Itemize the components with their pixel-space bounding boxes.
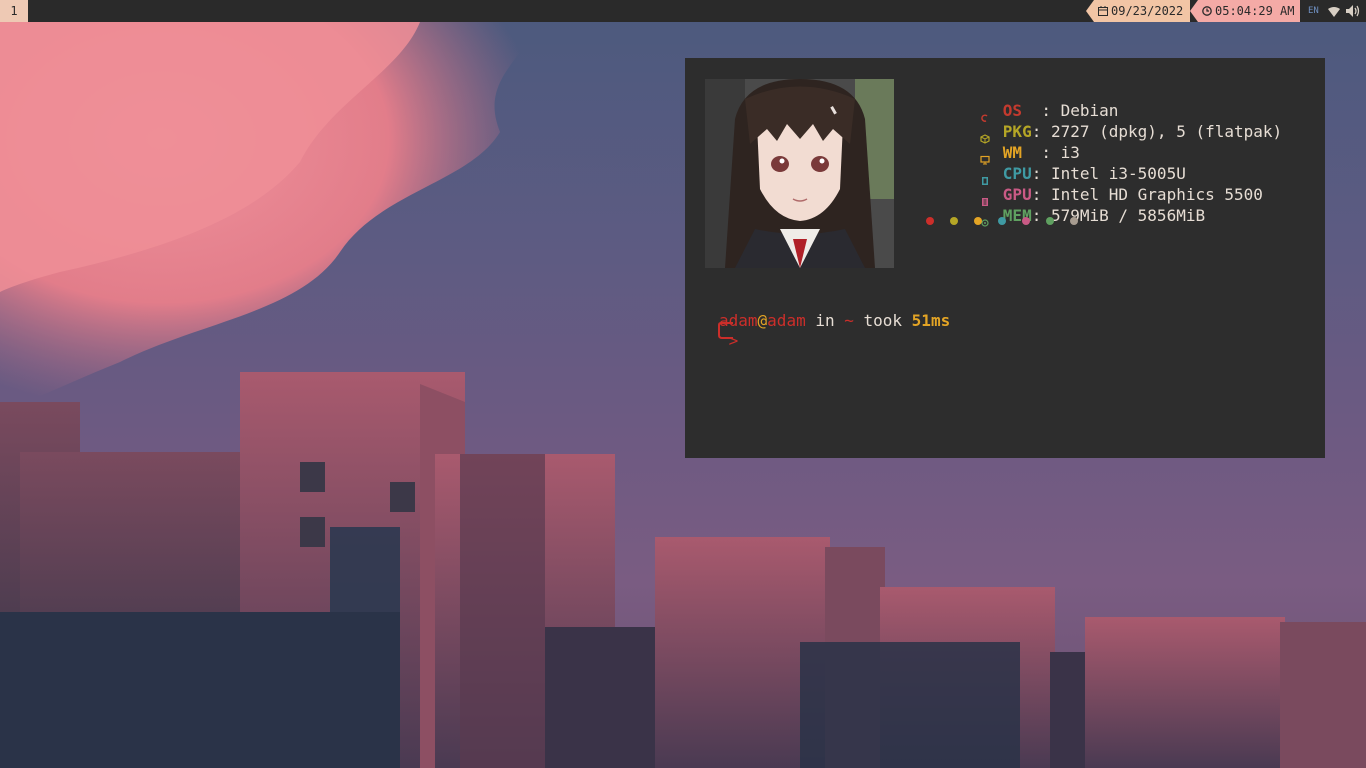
terminal-window[interactable]: OS : Debian PKG: 2727 (dpkg), 5 (flatpak… [685, 58, 1325, 458]
info-separator: : [1031, 122, 1051, 141]
info-separator: : [1022, 143, 1061, 162]
date-text: 09/23/2022 [1111, 4, 1184, 18]
info-key: WM [1002, 143, 1023, 162]
clock-icon [1202, 1, 1212, 23]
palette-dot [950, 217, 958, 225]
date-widget[interactable]: 09/23/2022 [1086, 0, 1190, 23]
prompt-input-arrow[interactable]: > [719, 331, 739, 350]
prompt-host: adam [767, 311, 806, 330]
palette-dot [1022, 217, 1030, 225]
volume-icon[interactable] [1346, 5, 1360, 20]
workspace-button[interactable]: 1 [0, 0, 28, 22]
package-icon [980, 128, 990, 144]
info-separator: : [1031, 164, 1051, 183]
debian-icon [980, 107, 990, 122]
keyboard-layout-indicator[interactable]: EN [1308, 0, 1319, 22]
monitor-icon [980, 149, 990, 164]
cpu-icon [980, 170, 990, 185]
wifi-icon[interactable] [1328, 6, 1340, 20]
info-value: 2727 (dpkg), 5 (flatpak) [1050, 122, 1283, 141]
calendar-icon [1098, 1, 1108, 23]
info-key: GPU [1002, 185, 1032, 204]
info-key: CPU [1002, 164, 1032, 183]
gpu-icon [980, 191, 990, 206]
info-value: i3 [1060, 143, 1080, 162]
prompt-arrow-symbol: > [728, 331, 739, 350]
palette-dot [974, 217, 982, 225]
palette-dot [1046, 217, 1054, 225]
info-row-os: OS : Debian [922, 79, 1282, 122]
palette-dot [926, 217, 934, 225]
info-value: Intel i3-5005U [1050, 164, 1186, 183]
info-key: OS [1002, 101, 1023, 120]
prompt-dir: ~ [844, 311, 854, 330]
palette-dot [1070, 217, 1078, 225]
prompt-at: @ [757, 311, 768, 330]
status-bar: 1 09/23/2022 05:04:29 AM EN [0, 0, 1366, 22]
clock-widget[interactable]: 05:04:29 AM [1190, 0, 1300, 23]
info-value: Intel HD Graphics 5500 [1050, 185, 1263, 204]
fetch-avatar-image [705, 79, 894, 268]
palette-dot [998, 217, 1006, 225]
info-key: PKG [1002, 122, 1032, 141]
info-separator: : [1031, 185, 1051, 204]
prompt-in: in [805, 311, 845, 330]
system-info: OS : Debian PKG: 2727 (dpkg), 5 (flatpak… [922, 79, 1283, 227]
prompt-took: took [853, 311, 912, 330]
info-value: Debian [1060, 101, 1119, 120]
shell-prompt[interactable]: adam@adam in ~ took 51ms > [719, 311, 950, 351]
time-text: 05:04:29 AM [1215, 4, 1295, 18]
prompt-user: adam [719, 311, 758, 330]
info-separator: : [1022, 101, 1061, 120]
prompt-duration: 51ms [911, 311, 951, 330]
